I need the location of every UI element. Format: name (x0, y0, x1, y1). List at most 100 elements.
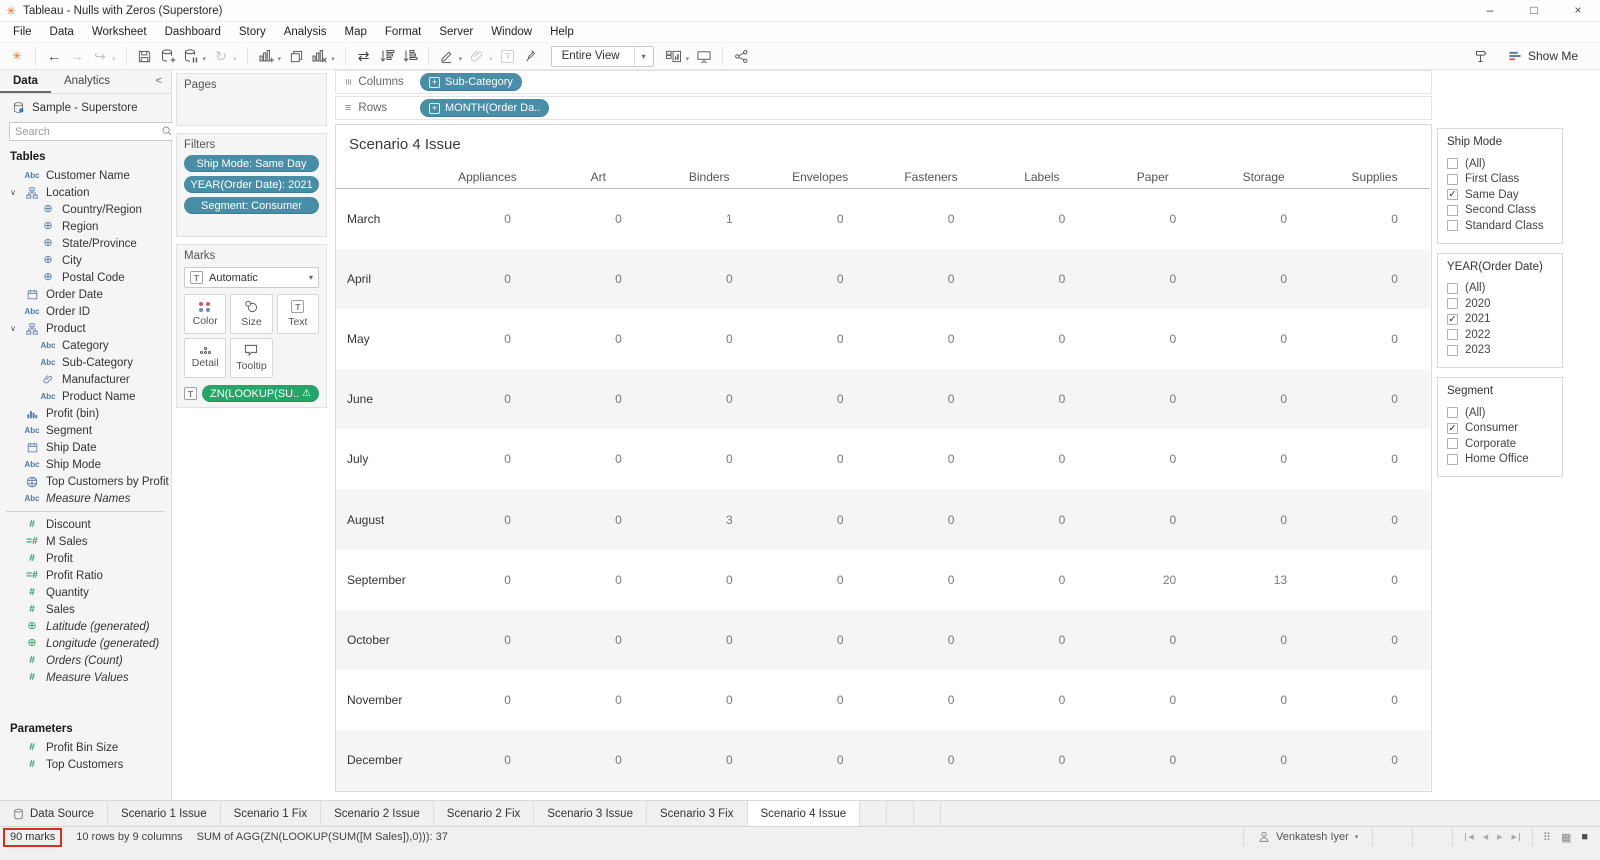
column-header[interactable]: Fasteners (875, 165, 987, 189)
table-cell[interactable]: 0 (1208, 489, 1320, 550)
field-item[interactable]: ⊕ Postal Code (0, 269, 171, 286)
duplicate-button[interactable] (285, 45, 307, 67)
table-cell[interactable]: 0 (654, 429, 765, 489)
columns-shelf[interactable]: ≡ Columns + Sub-Category (335, 70, 1432, 94)
table-cell[interactable]: 0 (875, 249, 987, 310)
table-cell[interactable]: 0 (1097, 729, 1209, 790)
tab-scenario-4-issue[interactable]: Scenario 4 Issue (747, 801, 861, 826)
table-cell[interactable]: 3 (653, 489, 765, 550)
show-filmstrip-icon[interactable]: ▦ (1561, 831, 1571, 844)
table-cell[interactable]: 0 (1319, 489, 1430, 550)
tab-scenario-1-fix[interactable]: Scenario 1 Fix (220, 801, 322, 826)
row-label[interactable]: August (336, 489, 432, 550)
table-cell[interactable]: 0 (542, 609, 654, 670)
unchecked-checkbox-icon[interactable] (1447, 282, 1458, 294)
unchecked-checkbox-icon[interactable] (1447, 438, 1458, 450)
field-item[interactable]: Abc Segment (0, 422, 171, 439)
menu-format[interactable]: Format (376, 22, 430, 42)
table-cell[interactable]: 0 (543, 670, 654, 730)
field-item[interactable]: ⊕ Latitude (generated) (0, 618, 171, 635)
table-cell[interactable]: 0 (542, 369, 654, 430)
table-cell[interactable]: 0 (542, 489, 654, 550)
table-cell[interactable]: 0 (875, 609, 987, 670)
table-cell[interactable]: 0 (654, 670, 765, 730)
unchecked-checkbox-icon[interactable] (1447, 298, 1458, 310)
table-cell[interactable]: 0 (432, 429, 543, 489)
table-cell[interactable]: 0 (876, 429, 987, 489)
new-worksheet-button[interactable] (255, 45, 277, 67)
tab-analytics[interactable]: Analytics (51, 70, 123, 93)
table-cell[interactable]: 0 (432, 489, 543, 550)
field-item[interactable]: Abc Category (0, 337, 171, 354)
field-item[interactable]: =# M Sales (0, 533, 171, 550)
table-cell[interactable]: 0 (1097, 309, 1208, 369)
worksheet-signpost-button[interactable] (1470, 45, 1492, 67)
mark-button-color[interactable]: Color (184, 294, 227, 334)
filter-option[interactable]: (All) (1447, 281, 1553, 297)
table-cell[interactable]: 0 (1319, 550, 1430, 610)
field-item[interactable]: # Profit (0, 550, 171, 567)
table-cell[interactable]: 0 (764, 249, 876, 310)
filter-option[interactable]: (All) (1447, 156, 1553, 172)
clear-caret-icon[interactable]: ▾ (331, 55, 335, 63)
menu-window[interactable]: Window (482, 22, 541, 42)
table-cell[interactable]: 0 (986, 189, 1097, 249)
field-item[interactable]: =# Profit Ratio (0, 567, 171, 584)
table-cell[interactable]: 0 (986, 489, 1098, 550)
group-members-button[interactable] (466, 45, 488, 67)
first-sheet-button[interactable]: ◀ (1465, 833, 1474, 841)
table-cell[interactable]: 0 (1319, 189, 1430, 249)
fix-axes-button[interactable] (520, 45, 542, 67)
fit-caret-icon[interactable]: ▾ (633, 46, 653, 66)
forward-button[interactable]: → (66, 45, 88, 67)
field-item[interactable]: ∨ Location (0, 184, 171, 201)
table-cell[interactable]: 0 (1208, 309, 1319, 369)
table-cell[interactable]: 0 (1319, 729, 1430, 790)
mark-button-text[interactable]: T Text (276, 294, 319, 334)
expand-chevron-icon[interactable]: ∨ (8, 188, 18, 197)
table-cell[interactable]: 0 (875, 369, 987, 430)
table-cell[interactable]: 0 (432, 369, 543, 430)
table-cell[interactable]: 0 (432, 249, 543, 310)
filter-option[interactable]: (All) (1447, 405, 1553, 421)
row-label[interactable]: March (336, 189, 432, 249)
filter-option[interactable]: 2023 (1447, 343, 1553, 359)
show-tabs-icon[interactable]: ■ (1581, 831, 1588, 843)
tab-scenario-3-fix[interactable]: Scenario 3 Fix (646, 801, 748, 826)
table-cell[interactable]: 20 (1097, 550, 1208, 610)
shelf-pill[interactable]: + Sub-Category (420, 73, 522, 91)
highlight-button[interactable] (436, 45, 458, 67)
table-cell[interactable]: 0 (986, 429, 1097, 489)
table-cell[interactable]: 1 (654, 189, 765, 249)
field-item[interactable]: # Discount (0, 516, 171, 533)
table-cell[interactable]: 0 (543, 429, 654, 489)
last-sheet-button[interactable]: ▶ (1511, 833, 1520, 841)
checked-checkbox-icon[interactable]: ✓ (1447, 313, 1458, 325)
filter-pill[interactable]: Ship Mode: Same Day (184, 155, 319, 172)
back-button[interactable]: ← (43, 45, 65, 67)
table-cell[interactable]: 0 (876, 550, 987, 610)
column-header[interactable]: Art (542, 165, 654, 189)
show-hide-cards-button[interactable] (663, 45, 685, 67)
sort-descending-button[interactable] (399, 45, 421, 67)
close-button[interactable]: × (1556, 0, 1600, 22)
table-cell[interactable]: 0 (764, 489, 876, 550)
row-label[interactable]: September (336, 550, 432, 610)
unchecked-checkbox-icon[interactable] (1447, 158, 1458, 170)
checked-checkbox-icon[interactable]: ✓ (1447, 422, 1458, 434)
row-label[interactable]: April (336, 249, 432, 310)
table-cell[interactable]: 0 (1319, 309, 1430, 369)
field-item[interactable]: ⊕ Region (0, 218, 171, 235)
save-button[interactable] (134, 45, 156, 67)
table-cell[interactable]: 0 (1097, 249, 1209, 310)
previous-sheet-button[interactable]: ◀ (1483, 833, 1488, 841)
menu-help[interactable]: Help (541, 22, 583, 42)
table-cell[interactable]: 0 (1319, 249, 1430, 310)
table-cell[interactable]: 0 (765, 550, 876, 610)
table-cell[interactable]: 13 (1208, 550, 1319, 610)
table-cell[interactable]: 0 (542, 729, 654, 790)
filter-option[interactable]: First Class (1447, 172, 1553, 188)
pause-caret-icon[interactable]: ▾ (203, 55, 207, 63)
menu-analysis[interactable]: Analysis (275, 22, 336, 42)
table-cell[interactable]: 0 (876, 309, 987, 369)
